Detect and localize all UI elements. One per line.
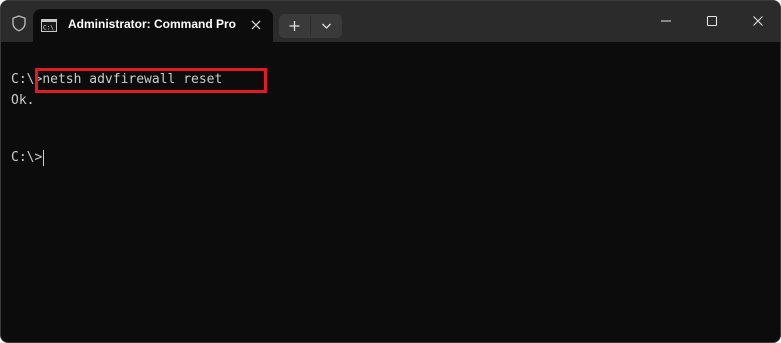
minimize-button[interactable]	[643, 1, 689, 42]
console-output[interactable]: C:\>netsh advfirewall reset Ok. C:\>	[1, 42, 780, 342]
new-tab-plus-icon[interactable]	[279, 14, 310, 38]
title-bar[interactable]: C:\ Administrator: Command Pro	[1, 1, 780, 42]
terminal-window: C:\ Administrator: Command Pro C:\>netsh…	[0, 0, 781, 343]
tab-close-icon[interactable]	[249, 18, 263, 32]
command-prompt-icon: C:\	[41, 19, 57, 32]
maximize-button[interactable]	[689, 1, 735, 42]
close-button[interactable]	[735, 1, 780, 42]
new-tab-group	[279, 14, 342, 38]
close-icon	[753, 16, 763, 26]
tab-title: Administrator: Command Pro	[68, 17, 237, 31]
minimize-icon	[661, 20, 671, 22]
chevron-down-icon[interactable]	[311, 14, 342, 38]
prompt: C:\>	[11, 150, 43, 165]
shield-icon	[12, 15, 26, 32]
command-highlight-box	[35, 68, 267, 93]
text-cursor	[43, 150, 45, 166]
maximize-icon	[706, 15, 718, 27]
svg-text:C:\: C:\	[43, 25, 54, 32]
output-line: Ok.	[11, 93, 35, 108]
tab-command-prompt[interactable]: C:\ Administrator: Command Pro	[33, 9, 273, 42]
current-prompt-line[interactable]: C:\>	[11, 150, 45, 166]
